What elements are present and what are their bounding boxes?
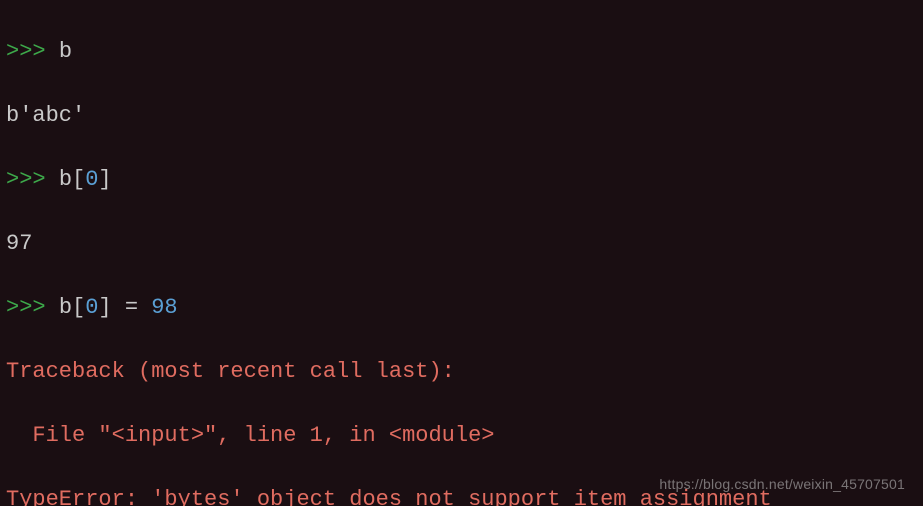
code: b bbox=[59, 295, 72, 320]
repl-line: >>> b[0] = 98 bbox=[6, 292, 917, 324]
code: b bbox=[59, 167, 72, 192]
traceback-header: Traceback (most recent call last): bbox=[6, 356, 917, 388]
repl-line: >>> b bbox=[6, 36, 917, 68]
code: ] = bbox=[98, 295, 151, 320]
output-line: 97 bbox=[6, 228, 917, 260]
prompt: >>> bbox=[6, 39, 59, 64]
traceback-file: File "<input>", line 1, in <module> bbox=[6, 420, 917, 452]
watermark: https://blog.csdn.net/weixin_45707501 bbox=[659, 468, 905, 500]
prompt: >>> bbox=[6, 167, 59, 192]
code: ] bbox=[98, 167, 111, 192]
code: 0 bbox=[85, 167, 98, 192]
code: 98 bbox=[151, 295, 177, 320]
output-line: b'abc' bbox=[6, 100, 917, 132]
code: b bbox=[59, 39, 72, 64]
terminal-output: >>> b b'abc' >>> b[0] 97 >>> b[0] = 98 T… bbox=[0, 0, 923, 506]
repl-line: >>> b[0] bbox=[6, 164, 917, 196]
code: [ bbox=[72, 295, 85, 320]
prompt: >>> bbox=[6, 295, 59, 320]
code: 0 bbox=[85, 295, 98, 320]
code: [ bbox=[72, 167, 85, 192]
